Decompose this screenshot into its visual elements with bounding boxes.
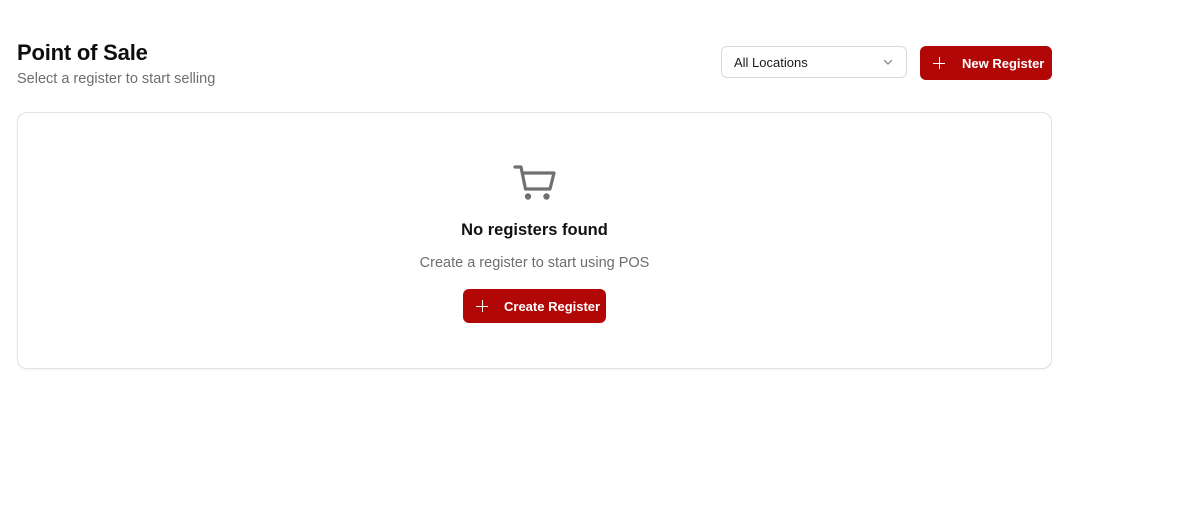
shopping-cart-icon [513, 159, 557, 203]
page-title: Point of Sale [17, 40, 148, 65]
new-register-button[interactable]: New Register [920, 46, 1052, 80]
plus-icon [933, 57, 945, 69]
empty-state-card: No registers found Create a register to … [17, 112, 1052, 369]
page-subtitle: Select a register to start selling [17, 71, 216, 87]
location-select-value: All Locations [734, 54, 808, 70]
empty-state-description: Create a register to start using POS [419, 255, 650, 271]
empty-state-title: No registers found [461, 221, 608, 239]
plus-icon [476, 300, 488, 312]
pos-page: Point of Sale Select a register to start… [0, 0, 1186, 505]
create-register-label: Create Register [504, 298, 601, 314]
create-register-button[interactable]: Create Register [463, 289, 606, 323]
new-register-label: New Register [962, 55, 1045, 71]
location-select[interactable]: All Locations [721, 46, 907, 78]
chevron-down-icon [882, 56, 894, 68]
page-header: Point of Sale Select a register to start… [17, 40, 1052, 90]
